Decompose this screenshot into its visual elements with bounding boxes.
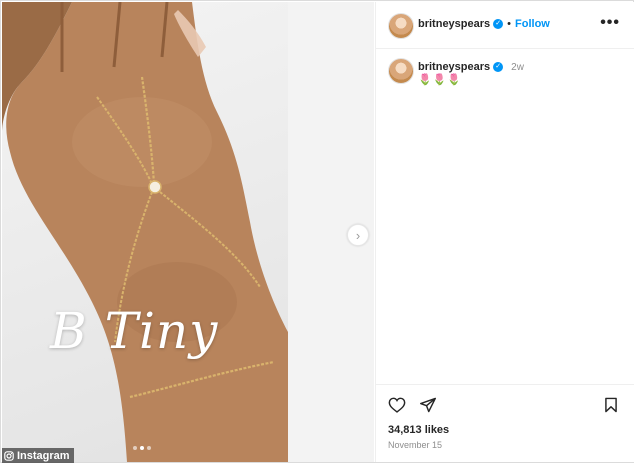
comment-avatar[interactable]	[388, 58, 414, 84]
carousel-dots	[133, 446, 151, 450]
header-user-row: britneyspears ✓ • Follow	[418, 18, 550, 30]
carousel-next-button[interactable]: ›	[347, 224, 369, 246]
post-actions-footer: 34,813 likes November 15	[376, 384, 634, 463]
caption-row: britneyspears ✓ 2w	[418, 61, 524, 73]
separator-dot: •	[507, 18, 512, 30]
hand-chain-photo-illustration	[2, 2, 288, 462]
watermark-label: Instagram	[17, 449, 70, 462]
likes-count[interactable]: 34,813 likes	[388, 424, 449, 436]
post-sidebar: britneyspears ✓ • Follow ••• britneyspea…	[375, 2, 634, 462]
instagram-watermark: Instagram	[2, 448, 74, 463]
post-photo[interactable]: B Tiny	[2, 2, 288, 462]
carousel-dot	[147, 446, 151, 450]
header-username[interactable]: britneyspears	[418, 18, 490, 30]
avatar[interactable]	[388, 13, 414, 39]
follow-button[interactable]: Follow	[515, 18, 550, 30]
share-icon[interactable]	[419, 397, 437, 413]
carousel-dot	[133, 446, 137, 450]
heart-icon[interactable]	[388, 397, 406, 413]
caption-username[interactable]: britneyspears	[418, 61, 490, 73]
photo-overlay-text: B Tiny	[50, 302, 219, 360]
more-options-icon[interactable]: •••	[600, 15, 620, 31]
bookmark-icon[interactable]	[604, 397, 618, 413]
post-media-area: B Tiny ›	[2, 2, 374, 462]
camera-icon	[4, 450, 14, 461]
caption-text: 🌷🌷🌷	[418, 74, 463, 86]
post-date: November 15	[388, 440, 443, 450]
carousel-dot-active	[140, 446, 144, 450]
caption-timestamp[interactable]: 2w	[511, 62, 524, 73]
post-header: britneyspears ✓ • Follow •••	[376, 2, 634, 49]
verified-badge-icon: ✓	[493, 62, 504, 72]
instagram-post-frame: B Tiny › Instagram britneyspears ✓ • Fol…	[0, 0, 634, 463]
verified-badge-icon: ✓	[493, 19, 504, 29]
